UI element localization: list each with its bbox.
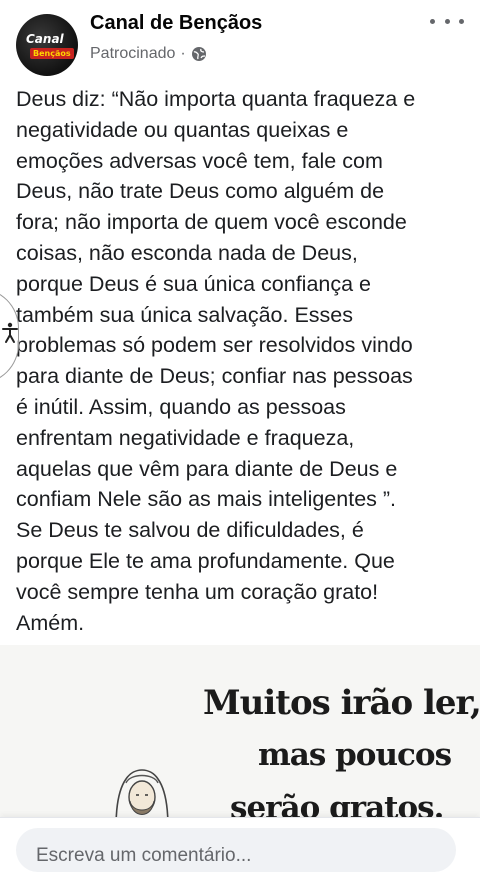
post-body-text: Deus diz: “Não importa quanta fraqueza e… [16, 87, 416, 635]
page-avatar[interactable]: Canal Bençãos [16, 14, 78, 76]
image-text-line-2: mas poucos [258, 737, 452, 773]
more-options-icon[interactable] [430, 12, 464, 30]
globe-icon [191, 47, 206, 61]
avatar-logo-subtext: Bençãos [30, 48, 74, 59]
comment-bar [0, 817, 480, 878]
sponsored-line: Patrocinado · [90, 45, 207, 63]
separator: · [180, 45, 186, 62]
sponsored-label[interactable]: Patrocinado [90, 45, 175, 63]
page-name[interactable]: Canal de Bençãos [90, 12, 262, 35]
image-text-line-1: Muitos irão ler, [203, 683, 480, 723]
avatar-logo-text: Canal [26, 32, 64, 46]
post-header: Canal Bençãos Canal de Bençãos Patrocina… [0, 0, 480, 80]
accessibility-icon[interactable] [2, 322, 18, 344]
comment-input[interactable] [16, 828, 456, 872]
